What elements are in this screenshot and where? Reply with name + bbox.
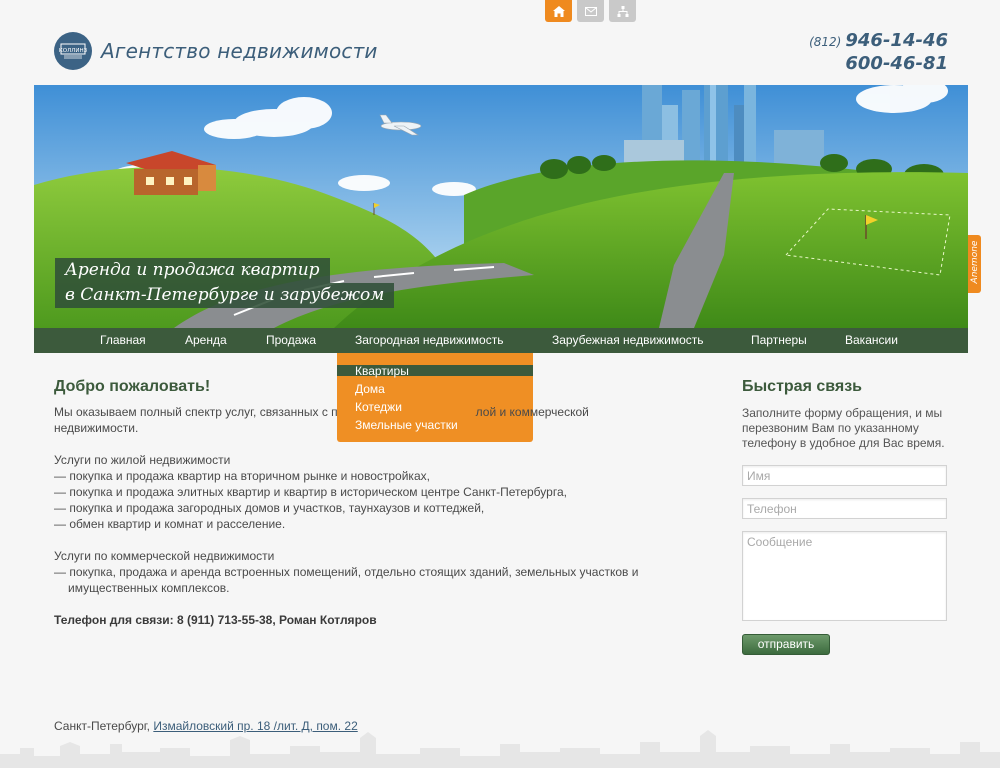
contact-phone-line: Телефон для связи: 8 (911) 713-55-38, Ро…	[54, 613, 377, 627]
site-logo[interactable]: КОЛЛИНЗ Агентство недвижимости	[54, 32, 378, 70]
nav-item-sale[interactable]: Продажа	[266, 328, 316, 353]
quick-contact-title: Быстрая связь	[742, 378, 862, 395]
home-button[interactable]	[545, 0, 572, 22]
mail-button[interactable]	[577, 0, 604, 22]
top-icon-bar	[545, 0, 636, 22]
residential-service-2: — покупка и продажа элитных квартир и кв…	[54, 485, 567, 499]
phone-placeholder: Телефон	[747, 502, 797, 516]
logo-emblem: КОЛЛИНЗ	[54, 32, 92, 70]
nav-item-country-realty[interactable]: Загородная недвижимость	[355, 328, 503, 353]
quick-contact-description: Заполните форму обращения, и мы перезвон…	[742, 406, 945, 450]
side-tab-label: Anemone	[970, 240, 980, 284]
nav-item-rent[interactable]: Аренда	[185, 328, 227, 353]
page-title: Добро пожаловать!	[54, 378, 211, 395]
mail-icon	[584, 6, 597, 16]
intro-text-part-2: лой и коммерческой	[475, 405, 589, 419]
quick-contact-panel: Быстрая связь Заполните форму обращения,…	[742, 376, 948, 655]
footer-address-link[interactable]: Измайловский пр. 18 /лит. Д, пом. 22	[153, 719, 357, 733]
nav-item-vacancies[interactable]: Вакансии	[845, 328, 898, 353]
phone-field[interactable]: Телефон	[742, 498, 947, 519]
main-navigation: Главная Аренда Продажа Загородная недвиж…	[34, 328, 968, 353]
residential-service-4: — обмен квартир и комнат и расселение.	[54, 517, 286, 531]
main-content: Добро пожаловать! Мы оказываем полный сп…	[54, 376, 674, 628]
logo-title: Агентство недвижимости	[101, 39, 378, 63]
nav-item-foreign-realty[interactable]: Зарубежная недвижимость	[552, 328, 704, 353]
phone-code: (812)	[809, 35, 842, 49]
name-placeholder: Имя	[747, 469, 771, 483]
commercial-services-title: Услуги по коммерческой недвижимости	[54, 549, 275, 563]
message-field[interactable]: Сообщение	[742, 531, 947, 621]
nav-item-partners[interactable]: Партнеры	[751, 328, 807, 353]
sitemap-icon	[617, 5, 628, 17]
footer-address: Санкт-Петербург, Измайловский пр. 18 /ли…	[54, 719, 358, 733]
header-phones: (812) 946-14-46 600-46-81	[809, 30, 948, 75]
commercial-service-1-cont: имущественных комплексов.	[68, 581, 230, 595]
banner-slogan-line-2: в Санкт-Петербурге и зарубежом	[55, 283, 395, 308]
submit-button[interactable]: отправить	[742, 634, 830, 655]
side-feedback-tab[interactable]: Anemone	[968, 235, 981, 293]
nav-item-home[interactable]: Главная	[100, 328, 146, 353]
residential-services-title: Услуги по жилой недвижимости	[54, 453, 231, 467]
intro-text-part-3: недвижимости.	[54, 421, 139, 435]
commercial-service-1: — покупка, продажа и аренда встроенных п…	[54, 565, 639, 579]
footer-city: Санкт-Петербург,	[54, 719, 150, 733]
banner-slogan-line-1: Аренда и продажа квартир	[55, 258, 330, 283]
residential-service-1: — покупка и продажа квартир на вторичном…	[54, 469, 430, 483]
phone-number-1: 946-14-46	[845, 30, 948, 51]
svg-text:КОЛЛИНЗ: КОЛЛИНЗ	[59, 48, 88, 54]
residential-service-3: — покупка и продажа загородных домов и у…	[54, 501, 485, 515]
phone-number-2: 600-46-81	[845, 53, 948, 74]
message-placeholder: Сообщение	[747, 535, 813, 549]
home-icon	[552, 5, 565, 17]
intro-text-part-1: Мы оказываем полный спектр услуг, связан…	[54, 405, 338, 419]
sitemap-button[interactable]	[609, 0, 636, 22]
name-field[interactable]: Имя	[742, 465, 947, 486]
